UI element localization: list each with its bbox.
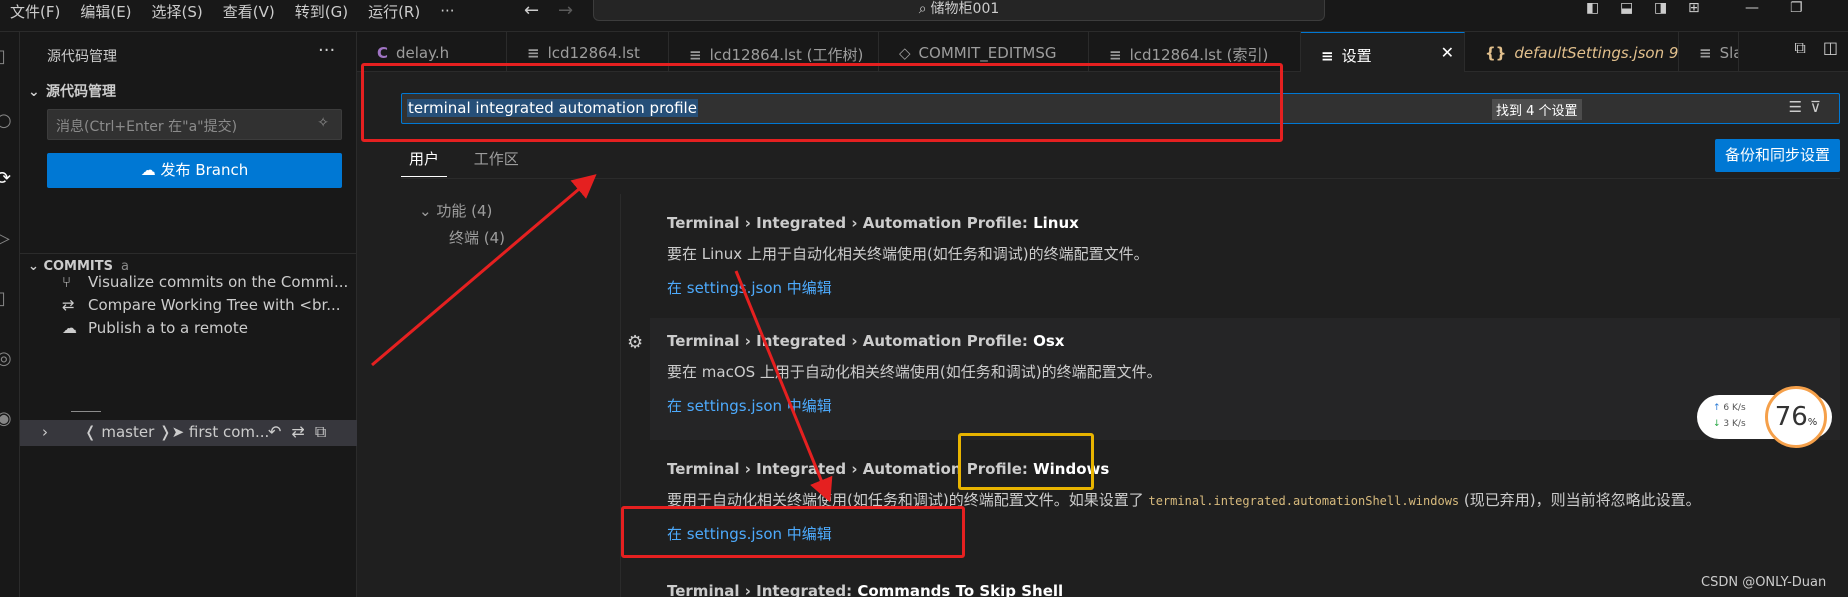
watermark: CSDN @ONLY-Duan — [1701, 575, 1827, 590]
arrow-up-icon: ↑ — [1713, 403, 1721, 413]
download-rate: ↓ 3 K/s — [1713, 419, 1746, 429]
network-speed-widget: ↑ 6 K/s ↓ 3 K/s 76% — [1697, 386, 1832, 448]
arrow-to-edit-link — [734, 270, 833, 503]
usage-percent: 76% — [1765, 386, 1827, 448]
arrow-down-icon: ↓ — [1713, 419, 1721, 429]
annotation-arrows — [371, 174, 833, 503]
upload-rate: ↑ 6 K/s — [1713, 403, 1746, 413]
arrow-to-search — [371, 174, 597, 367]
